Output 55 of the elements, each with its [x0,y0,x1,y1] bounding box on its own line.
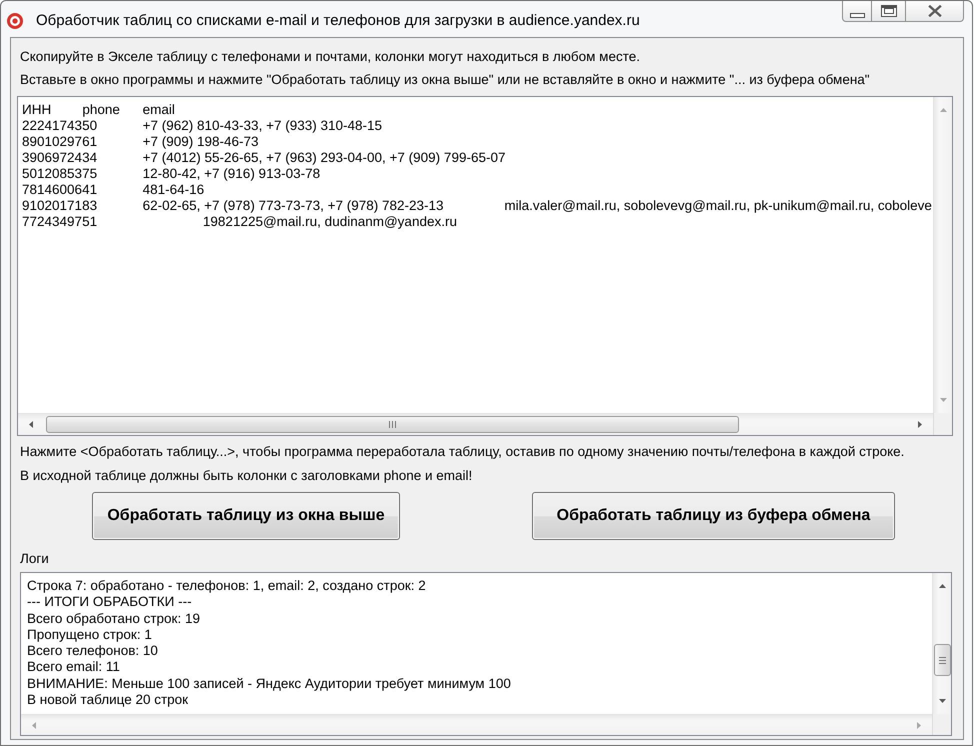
log-text-area[interactable] [20,572,952,736]
instruction-text: Скопируйте в Экселе таблицу с телефонами и почтами, колонки могут находиться в любом месте. [19,48,641,66]
log-line: Всего email: 11 [27,659,121,676]
vertical-scrollbar[interactable] [932,573,951,714]
app-icon [7,13,23,29]
scrollbar-thumb[interactable] [934,644,950,676]
log-line: --- ИТОГИ ОБРАБОТКИ --- [27,594,193,611]
scrollbar-thumb[interactable] [46,416,739,433]
grip-icon [389,421,396,428]
hint-text: Нажмите <Обработать таблицу...>, чтобы программа переработала таблицу, оставив по одному значению почты/телефона в каждой строке. [19,443,906,461]
phone-text: 481-64-16 [142,182,204,197]
log-line: Пропущено строк: 1 [27,626,153,644]
maximize-icon [880,5,896,17]
scrollbar-corner [932,714,951,735]
inn-text: 3906972434 [22,150,98,165]
phone-text: 12-80-42, +7 (916) 913-03-78 [142,166,320,181]
inn-text: 2224174350 [22,118,98,133]
email-text: 19821225@mail.ru, dudinanm@yandex.ru [202,214,457,229]
log-line: Всего обработано строк: 19 [27,610,201,627]
scrollbar-corner [933,413,952,435]
inn-text: 9102017183 [22,198,98,213]
phone-text: 62-02-65, +7 (978) 773-73-73, +7 (978) 782-23-13 [142,198,444,213]
minimize-button[interactable] [842,1,872,22]
close-icon [928,5,942,17]
process-button[interactable]: Обработать таблицу из окна выше [92,492,400,540]
column-header: phone [82,102,120,117]
phone-text: +7 (909) 198-46-73 [142,134,259,149]
scroll-up-arrow-icon[interactable] [938,584,946,588]
scroll-right-arrow-icon[interactable] [918,421,922,428]
window-title: Обработчик таблиц со списками e-mail и телефонов для загрузки в audience.yandex.ru [36,11,640,31]
hint-text: В исходной таблице должны быть колонки с заголовками phone и email! [19,467,474,485]
scroll-down-arrow-icon[interactable] [938,699,946,703]
inn-text: 7814600641 [22,182,98,197]
log-line: Всего телефонов: 10 [27,643,159,660]
log-line: ВНИМАНИЕ: Меньше 100 записей - Яндекс Аудитории требует минимум 100 [27,676,512,692]
log-label: Логи [19,550,50,568]
phone-text: +7 (4012) 55-26-65, +7 (963) 293-04-00, +7 (909) 799-65-07 [142,150,506,165]
grip-icon [938,656,946,664]
instruction-text: Вставьте в окно программы и нажмите "Обработать таблицу из окна выше" или не вставляйте в окно и нажмите "... из буфера обмена" [19,71,871,89]
inn-text: 8901029761 [22,134,98,149]
scroll-left-arrow-icon[interactable] [29,421,33,428]
log-line: В новой таблице 20 строк [27,692,190,708]
close-button[interactable] [906,1,964,22]
horizontal-scrollbar[interactable] [18,413,933,435]
log-line: Строка 7: обработано - телефонов: 1, email: 2, создано строк: 2 [27,578,427,594]
column-header: ИНН [22,102,52,117]
email-text: mila.valer@mail.ru, sobolevevg@mail.ru, pk-unikum@mail.ru, coboleve [504,198,932,213]
table-input-field[interactable] [17,96,953,436]
inn-text: 5012085375 [22,166,98,181]
process-button[interactable]: Обработать таблицу из буфера обмена [532,492,895,540]
column-header: email [142,102,175,117]
inn-text: 7724349751 [22,214,98,229]
minimize-icon [850,12,864,18]
maximize-button[interactable] [872,1,906,22]
phone-text: +7 (962) 810-43-33, +7 (933) 310-48-15 [142,118,382,133]
